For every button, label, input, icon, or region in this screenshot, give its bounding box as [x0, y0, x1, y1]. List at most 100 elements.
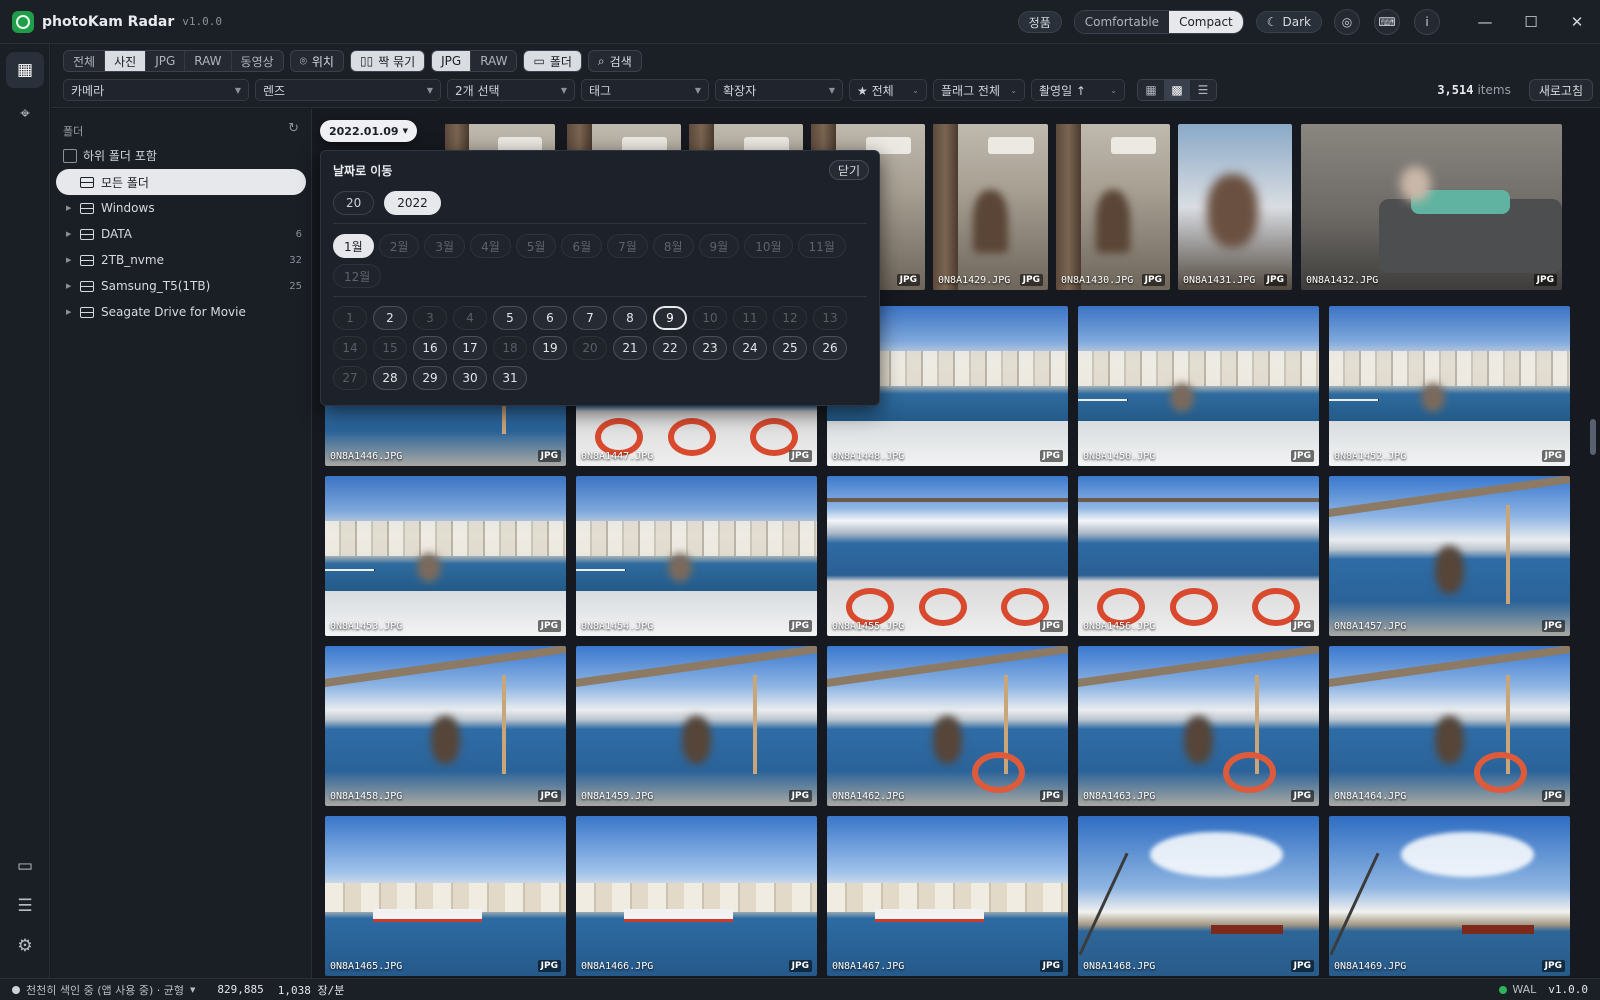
day-button[interactable]: 24: [733, 336, 767, 360]
month-button[interactable]: 9월: [698, 234, 740, 258]
theme-toggle-button[interactable]: ☾ Dark: [1255, 11, 1322, 33]
tag-dropdown[interactable]: 태그 ▼: [581, 79, 709, 101]
day-button[interactable]: 26: [813, 336, 847, 360]
maximize-icon[interactable]: ☐: [1508, 0, 1554, 44]
rating-dropdown[interactable]: ★ 전체 ⌄: [849, 79, 927, 101]
photo-tile[interactable]: 0N8A1453.JPG JPG: [325, 476, 566, 636]
grid-large-icon[interactable]: ▦: [1138, 80, 1164, 100]
month-button[interactable]: 7월: [607, 234, 648, 258]
tab-photo[interactable]: 사진: [105, 51, 147, 71]
info-icon[interactable]: i: [1414, 9, 1440, 35]
photo-tile[interactable]: 0N8A1464.JPG JPG: [1329, 646, 1570, 806]
list-icon[interactable]: ☰: [1190, 80, 1216, 100]
day-button[interactable]: 2: [373, 306, 407, 330]
month-button[interactable]: 4월: [470, 234, 511, 258]
map-pin-icon[interactable]: ⌖: [6, 96, 44, 132]
search-button[interactable]: ⌕ 검색: [587, 50, 642, 72]
density-compact[interactable]: Compact: [1169, 11, 1243, 33]
day-button[interactable]: 7: [573, 306, 607, 330]
format-raw[interactable]: RAW: [471, 51, 517, 71]
day-button[interactable]: 30: [453, 366, 487, 390]
refresh-button[interactable]: 새로고침: [1528, 79, 1593, 101]
close-button[interactable]: 닫기: [828, 160, 869, 180]
keyboard-icon[interactable]: ⌨: [1374, 9, 1400, 35]
month-button[interactable]: 10월: [744, 234, 793, 258]
caret-right-icon[interactable]: ▶: [66, 230, 78, 238]
tab-jpg[interactable]: JPG: [146, 51, 186, 71]
flag-dropdown[interactable]: 플래그 전체 ⌄: [933, 79, 1025, 101]
photo-tile[interactable]: 0N8A1456.JPG JPG: [1078, 476, 1319, 636]
month-button[interactable]: 11월: [797, 234, 846, 258]
day-button[interactable]: 29: [413, 366, 447, 390]
location-button[interactable]: ⌾ 위치: [289, 50, 344, 72]
day-button[interactable]: 25: [773, 336, 807, 360]
month-button[interactable]: 6월: [561, 234, 603, 258]
caret-right-icon[interactable]: ▶: [66, 204, 78, 212]
folder-item-seagate[interactable]: ▶ Seagate Drive for Movie: [56, 299, 306, 325]
year-button[interactable]: 20: [333, 191, 375, 215]
day-button[interactable]: 16: [413, 336, 447, 360]
minimize-icon[interactable]: —: [1462, 0, 1508, 44]
photo-tile[interactable]: 0N8A1468.JPG JPG: [1078, 816, 1319, 976]
photo-tile[interactable]: 0N8A1463.JPG JPG: [1078, 646, 1319, 806]
lens-dropdown[interactable]: 렌즈 ▼: [255, 79, 441, 101]
folder-item-all[interactable]: 모든 폴더: [56, 169, 306, 195]
photo-tile[interactable]: 0N8A1458.JPG JPG: [325, 646, 566, 806]
day-button[interactable]: 6: [533, 306, 567, 330]
year-button-selected[interactable]: 2022: [384, 191, 441, 215]
grid-small-icon[interactable]: ▩: [1164, 80, 1190, 100]
month-button[interactable]: 2월: [378, 234, 420, 258]
current-date-chip[interactable]: 2022.01.09 ▼: [320, 120, 417, 142]
grid-view-icon[interactable]: ▦: [6, 52, 44, 88]
photo-tile[interactable]: 0N8A1462.JPG JPG: [827, 646, 1068, 806]
photo-tile[interactable]: 0N8A1457.JPG JPG: [1329, 476, 1570, 636]
camera-dropdown[interactable]: 카메라 ▼: [63, 79, 249, 101]
folder-item-data[interactable]: ▶ DATA 6: [56, 221, 306, 247]
license-badge[interactable]: 정품: [1017, 11, 1062, 33]
selection-dropdown[interactable]: 2개 선택 ▼: [447, 79, 575, 101]
day-button[interactable]: 21: [613, 336, 647, 360]
day-button[interactable]: 28: [373, 366, 407, 390]
refresh-icon[interactable]: ↻: [288, 121, 299, 136]
day-button[interactable]: 5: [493, 306, 527, 330]
day-button[interactable]: 19: [533, 336, 567, 360]
month-button[interactable]: 8월: [652, 234, 694, 258]
photo-tile[interactable]: 0N8A1455.JPG JPG: [827, 476, 1068, 636]
tab-raw[interactable]: RAW: [185, 51, 232, 71]
photo-tile[interactable]: 0N8A1452.JPG JPG: [1329, 306, 1570, 466]
folder-item-windows[interactable]: ▶ Windows: [56, 195, 306, 221]
photo-tile[interactable]: 0N8A1459.JPG JPG: [576, 646, 817, 806]
photo-tile[interactable]: 0N8A1432.JPG JPG: [1301, 124, 1562, 290]
vertical-scrollbar[interactable]: [1590, 419, 1596, 455]
photo-tile[interactable]: 0N8A1454.JPG JPG: [576, 476, 817, 636]
extension-dropdown[interactable]: 확장자 ▼: [715, 79, 843, 101]
sliders-icon[interactable]: ⚙: [6, 928, 44, 964]
chevron-down-icon[interactable]: ▼: [190, 986, 195, 994]
day-button[interactable]: 8: [613, 306, 647, 330]
day-button[interactable]: 31: [493, 366, 527, 390]
caret-right-icon[interactable]: ▶: [66, 308, 78, 316]
close-icon[interactable]: ✕: [1554, 0, 1600, 44]
tab-video[interactable]: 동영상: [231, 51, 283, 71]
day-button-selected[interactable]: 9: [653, 306, 687, 330]
day-button[interactable]: 23: [693, 336, 727, 360]
caret-right-icon[interactable]: ▶: [66, 256, 78, 264]
photo-tile[interactable]: 0N8A1467.JPG JPG: [827, 816, 1068, 976]
compass-icon[interactable]: ◎: [1334, 9, 1360, 35]
caret-right-icon[interactable]: ▶: [66, 282, 78, 290]
photo-tile[interactable]: 0N8A1466.JPG JPG: [576, 816, 817, 976]
photo-tile[interactable]: 0N8A1450.JPG JPG: [1078, 306, 1319, 466]
folder-button[interactable]: ▭ 폴더: [523, 50, 582, 72]
folder-icon[interactable]: ▭: [6, 848, 44, 884]
day-button[interactable]: 17: [453, 336, 487, 360]
month-button[interactable]: 12월: [333, 264, 382, 288]
checklist-icon[interactable]: ☰: [6, 888, 44, 924]
month-button[interactable]: 5월: [515, 234, 557, 258]
sort-dropdown[interactable]: 촬영일 ↑ ⌄: [1031, 79, 1125, 101]
photo-tile[interactable]: 0N8A1431.JPG JPG: [1178, 124, 1292, 290]
photo-tile[interactable]: 0N8A1429.JPG JPG: [933, 124, 1048, 290]
photo-tile[interactable]: 0N8A1465.JPG JPG: [325, 816, 566, 976]
format-jpg[interactable]: JPG: [432, 51, 472, 71]
day-button[interactable]: 22: [653, 336, 687, 360]
folder-item-2tb-nvme[interactable]: ▶ 2TB_nvme 32: [56, 247, 306, 273]
